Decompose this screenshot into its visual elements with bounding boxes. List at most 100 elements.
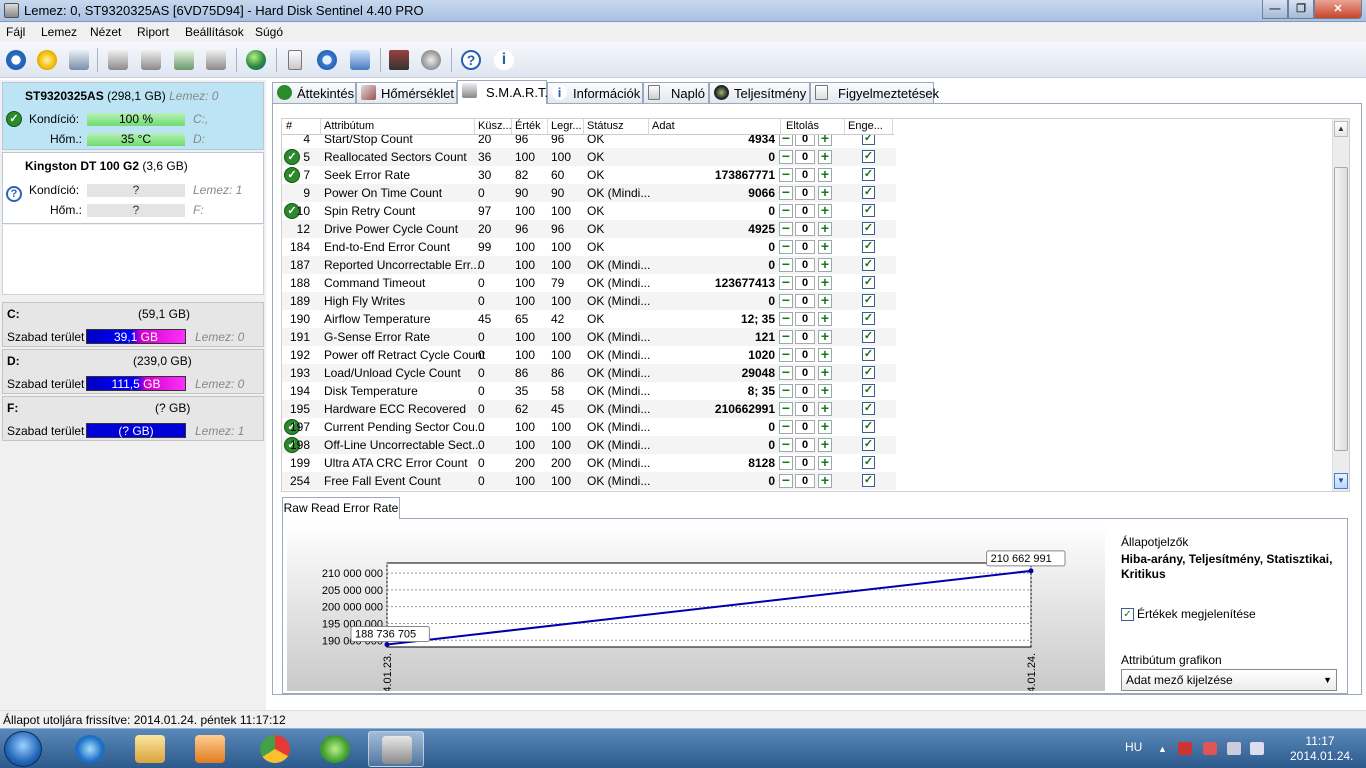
offset-decrease-button[interactable]: − <box>779 437 793 452</box>
table-row[interactable]: 4 Start/Stop Count 20 96 96 OK 4934−0 + ✓ <box>282 135 896 148</box>
sync-icon[interactable] <box>314 47 340 73</box>
refresh-icon[interactable] <box>3 47 29 73</box>
drive-ok-icon[interactable] <box>171 47 197 73</box>
table-row[interactable]: 192 Power off Retract Cycle Count 0 100 100 O… <box>282 346 896 364</box>
tab-attekintes[interactable]: Áttekintés <box>272 82 356 103</box>
offset-increase-button[interactable]: + <box>818 347 832 362</box>
taskbar-hard-disk-sentinel[interactable] <box>368 731 424 767</box>
drive-test-icon[interactable] <box>105 47 131 73</box>
offset-increase-button[interactable]: + <box>818 455 832 470</box>
offset-value[interactable]: 0 <box>795 402 815 416</box>
volume-d[interactable]: D: (239,0 GB) Szabad terület 111,5 GB Le… <box>2 349 264 394</box>
alert-icon[interactable] <box>34 47 60 73</box>
disk-item-kingston[interactable]: Kingston DT 100 G2 (3,6 GB) ? Kondíció: … <box>2 152 264 224</box>
table-row[interactable]: 184 End-to-End Error Count 99 100 100 OK 0−0 + ✓ <box>282 238 896 256</box>
table-row[interactable]: 193 Load/Unload Cycle Count 0 86 86 OK (Mindi… <box>282 364 896 382</box>
enabled-checkbox[interactable]: ✓ <box>862 474 875 487</box>
table-row[interactable]: ✓ 7 Seek Error Rate 30 82 60 OK 173867771−0 + ✓ <box>282 166 896 184</box>
menu-nezet[interactable]: Nézet <box>90 25 121 39</box>
tab-homerseklet[interactable]: Hőmérséklet <box>356 82 457 103</box>
offset-value[interactable]: 0 <box>795 150 815 164</box>
offset-value[interactable]: 0 <box>795 384 815 398</box>
table-row[interactable]: ✓ 197 Current Pending Sector Cou... 0 100 100… <box>282 418 896 436</box>
tab-informaciok[interactable]: i Információk <box>547 82 643 103</box>
offset-value[interactable]: 0 <box>795 135 815 146</box>
volume-icon[interactable] <box>1250 742 1264 755</box>
disk-icon[interactable] <box>66 47 92 73</box>
drive-repair-icon[interactable] <box>203 47 229 73</box>
offset-decrease-button[interactable]: − <box>779 203 793 218</box>
offset-increase-button[interactable]: + <box>818 203 832 218</box>
offset-decrease-button[interactable]: − <box>779 257 793 272</box>
offset-value[interactable]: 0 <box>795 312 815 326</box>
vertical-scrollbar[interactable]: ▲ ▼ <box>1332 119 1349 491</box>
table-row[interactable]: 12 Drive Power Cycle Count 20 96 96 OK 4925−0 +… <box>282 220 896 238</box>
flag-icon[interactable] <box>1178 742 1192 755</box>
enabled-checkbox[interactable]: ✓ <box>862 366 875 379</box>
offset-increase-button[interactable]: + <box>818 185 832 200</box>
offset-increase-button[interactable]: + <box>818 293 832 308</box>
col-data[interactable]: Adat <box>652 120 675 132</box>
table-row[interactable]: 188 Command Timeout 0 100 79 OK (Mindi... 1236… <box>282 274 896 292</box>
scroll-thumb[interactable] <box>1334 167 1348 451</box>
disk-item-st9320325as[interactable]: ST9320325AS (298,1 GB) Lemez: 0 ✓ Kondíc… <box>2 82 264 150</box>
start-button[interactable] <box>4 731 42 767</box>
drive-warning-icon[interactable] <box>1203 742 1217 755</box>
table-row[interactable]: 194 Disk Temperature 0 35 58 OK (Mindi... 8; 3… <box>282 382 896 400</box>
offset-increase-button[interactable]: + <box>818 473 832 488</box>
offset-value[interactable]: 0 <box>795 240 815 254</box>
tab-figyelmeztetesek[interactable]: Figyelmeztetések <box>810 82 939 103</box>
offset-value[interactable]: 0 <box>795 456 815 470</box>
table-row[interactable]: 189 High Fly Writes 0 100 100 OK (Mindi... 0−0… <box>282 292 896 310</box>
menu-riport[interactable]: Riport <box>137 25 169 39</box>
minimize-button[interactable]: — <box>1262 0 1288 19</box>
table-row[interactable]: 254 Free Fall Event Count 0 100 100 OK (Mindi… <box>282 472 896 490</box>
report-icon[interactable] <box>282 47 308 73</box>
table-row[interactable]: 190 Airflow Temperature 45 65 42 OK 12; 35−0 + ✓ <box>282 310 896 328</box>
offset-increase-button[interactable]: + <box>818 149 832 164</box>
offset-increase-button[interactable]: + <box>818 239 832 254</box>
show-hidden-icons-icon[interactable]: ▲ <box>1158 744 1172 757</box>
network-icon[interactable] <box>1227 742 1241 755</box>
info-icon[interactable]: i <box>491 47 517 73</box>
offset-decrease-button[interactable]: − <box>779 365 793 380</box>
enabled-checkbox[interactable]: ✓ <box>862 384 875 397</box>
enabled-checkbox[interactable]: ✓ <box>862 312 875 325</box>
table-row[interactable]: 9 Power On Time Count 0 90 90 OK (Mindi... 906… <box>282 184 896 202</box>
taskbar-explorer[interactable] <box>122 731 178 767</box>
offset-decrease-button[interactable]: − <box>779 383 793 398</box>
menu-lemez[interactable]: Lemez <box>41 25 77 39</box>
volume-c[interactable]: C: (59,1 GB) Szabad terület 39,1 GB Leme… <box>2 302 264 347</box>
menu-beallitasok[interactable]: Beállítások <box>185 25 244 39</box>
offset-decrease-button[interactable]: − <box>779 329 793 344</box>
enabled-checkbox[interactable]: ✓ <box>862 420 875 433</box>
col-offset[interactable]: Eltolás <box>786 120 819 132</box>
offset-decrease-button[interactable]: − <box>779 167 793 182</box>
table-row[interactable]: 187 Reported Uncorrectable Err... 0 100 100 O… <box>282 256 896 274</box>
offset-decrease-button[interactable]: − <box>779 455 793 470</box>
checkbox-check-icon[interactable]: ✓ <box>1121 608 1134 621</box>
offset-decrease-button[interactable]: − <box>779 293 793 308</box>
offset-value[interactable]: 0 <box>795 474 815 488</box>
menu-sugo[interactable]: Súgó <box>255 25 283 39</box>
taskbar-utorrent[interactable] <box>307 731 363 767</box>
enabled-checkbox[interactable]: ✓ <box>862 240 875 253</box>
offset-value[interactable]: 0 <box>795 186 815 200</box>
tab-naplo[interactable]: Napló <box>643 82 709 103</box>
maximize-button[interactable]: ❐ <box>1288 0 1314 19</box>
network-icon[interactable] <box>347 47 373 73</box>
enabled-checkbox[interactable]: ✓ <box>862 168 875 181</box>
enabled-checkbox[interactable]: ✓ <box>862 330 875 343</box>
offset-value[interactable]: 0 <box>795 366 815 380</box>
taskbar-internet-explorer[interactable] <box>62 731 118 767</box>
offset-decrease-button[interactable]: − <box>779 185 793 200</box>
offset-value[interactable]: 0 <box>795 438 815 452</box>
tab-teljesitmeny[interactable]: Teljesítmény <box>709 82 810 103</box>
enabled-checkbox[interactable]: ✓ <box>862 135 875 145</box>
enabled-checkbox[interactable]: ✓ <box>862 186 875 199</box>
col-status[interactable]: Státusz <box>587 120 624 132</box>
offset-value[interactable]: 0 <box>795 258 815 272</box>
offset-increase-button[interactable]: + <box>818 419 832 434</box>
col-threshold[interactable]: Küsz... <box>478 120 512 132</box>
enabled-checkbox[interactable]: ✓ <box>862 204 875 217</box>
